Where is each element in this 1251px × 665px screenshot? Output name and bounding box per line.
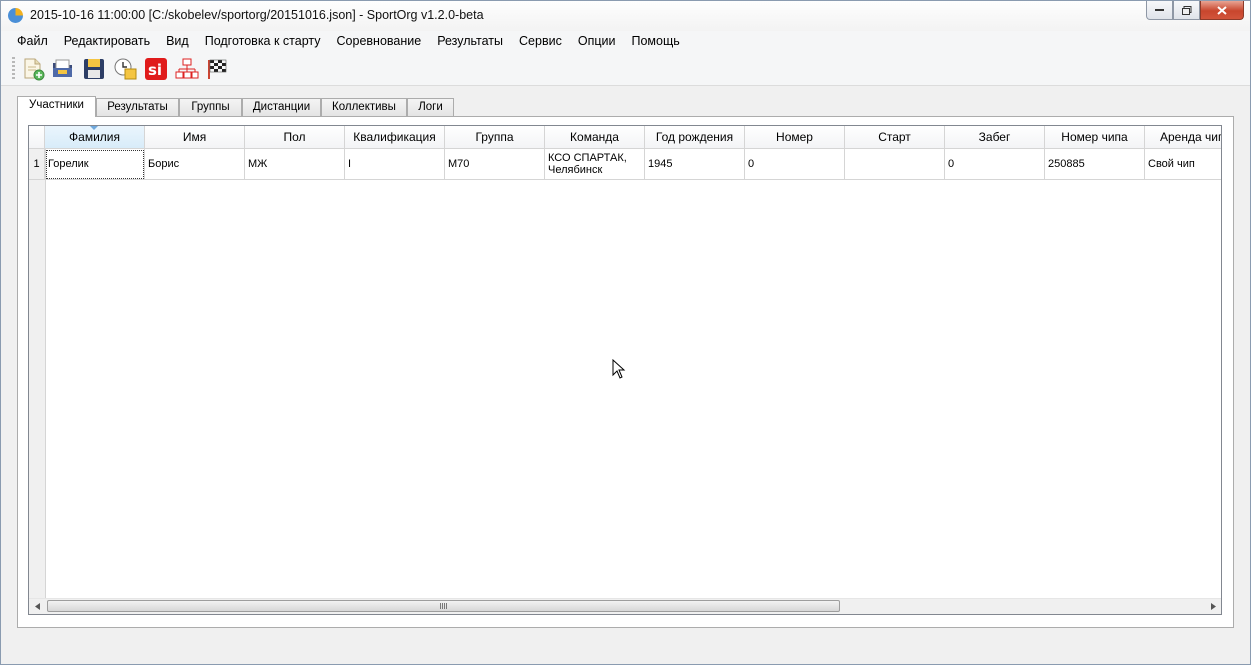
minimize-icon [1155, 8, 1164, 11]
save-button[interactable] [82, 57, 106, 81]
cell-last-name[interactable]: Горелик [45, 149, 145, 180]
table-header: Фамилия Имя Пол Квалификация Группа Кома… [45, 126, 1221, 149]
menu-view[interactable]: Вид [158, 31, 197, 52]
app-window: 2015-10-16 11:00:00 [C:/skobelev/sportor… [0, 0, 1251, 665]
save-icon [84, 59, 104, 79]
menu-results[interactable]: Результаты [429, 31, 511, 52]
column-header-rented-chip[interactable]: Аренда чип [1145, 126, 1221, 149]
start-time-button[interactable] [113, 57, 137, 81]
start-time-icon [114, 58, 137, 80]
menu-help[interactable]: Помощь [623, 31, 687, 52]
finish-flag-icon [208, 59, 227, 79]
window-title: 2015-10-16 11:00:00 [C:/skobelev/sportor… [30, 8, 484, 22]
row-header[interactable]: 1 [29, 149, 45, 180]
tab-groups[interactable]: Группы [179, 98, 242, 116]
column-header-bib[interactable]: Номер [745, 126, 845, 149]
menu-file[interactable]: Файл [9, 31, 56, 52]
column-header-birth-year[interactable]: Год рождения [645, 126, 745, 149]
maximize-button[interactable] [1173, 1, 1200, 20]
arrow-right-icon [1210, 603, 1216, 610]
finish-button[interactable] [206, 57, 230, 81]
cell-card-number[interactable]: 250885 [1045, 149, 1145, 180]
column-header-last-name[interactable]: Фамилия [45, 126, 145, 149]
column-header-team[interactable]: Команда [545, 126, 645, 149]
status-bar [1, 642, 1250, 664]
cell-gender[interactable]: МЖ [245, 149, 345, 180]
scroll-left-button[interactable] [29, 599, 45, 614]
tab-teams[interactable]: Коллективы [321, 98, 407, 116]
menu-options[interactable]: Опции [570, 31, 624, 52]
column-header-card-number[interactable]: Номер чипа [1045, 126, 1145, 149]
scrollbar-thumb[interactable] [47, 600, 840, 612]
si-reader-button[interactable]: si [144, 57, 168, 81]
menu-bar: Файл Редактировать Вид Подготовка к стар… [1, 31, 1250, 52]
column-header-gender[interactable]: Пол [245, 126, 345, 149]
relay-button[interactable] [175, 57, 199, 81]
svg-text:si: si [148, 61, 162, 79]
close-button[interactable] [1200, 1, 1244, 20]
arrow-left-icon [34, 603, 40, 610]
cell-rented-chip[interactable]: Свой чип [1145, 149, 1221, 180]
column-header-group[interactable]: Группа [445, 126, 545, 149]
open-button[interactable] [51, 57, 75, 81]
cell-start[interactable] [845, 149, 945, 180]
cell-qualification[interactable]: I [345, 149, 445, 180]
column-header-start-group[interactable]: Забег [945, 126, 1045, 149]
toolbar: si [1, 52, 1250, 86]
menu-service[interactable]: Сервис [511, 31, 570, 52]
column-header-first-name[interactable]: Имя [145, 126, 245, 149]
cell-first-name[interactable]: Борис [145, 149, 245, 180]
cell-bib[interactable]: 0 [745, 149, 845, 180]
new-file-icon [24, 58, 45, 81]
scroll-grip-icon [439, 603, 448, 609]
title-bar: 2015-10-16 11:00:00 [C:/skobelev/sportor… [1, 1, 1250, 32]
column-header-start[interactable]: Старт [845, 126, 945, 149]
si-reader-icon: si [145, 58, 167, 80]
cell-start-group[interactable]: 0 [945, 149, 1045, 180]
relay-tree-icon [175, 58, 199, 79]
mouse-cursor-icon [612, 358, 626, 382]
open-folder-icon [53, 59, 72, 77]
menu-preparation[interactable]: Подготовка к старту [197, 31, 329, 52]
restore-icon [1181, 5, 1191, 15]
toolbar-grip[interactable] [12, 57, 15, 81]
tab-logs[interactable]: Логи [407, 98, 454, 116]
menu-edit[interactable]: Редактировать [56, 31, 158, 52]
table-corner-button[interactable] [29, 126, 45, 149]
cell-group[interactable]: М70 [445, 149, 545, 180]
tab-courses[interactable]: Дистанции [242, 98, 321, 116]
scroll-right-button[interactable] [1205, 599, 1221, 614]
menu-competition[interactable]: Соревнование [329, 31, 430, 52]
cell-team[interactable]: КСО СПАРТАК, Челябинск [545, 149, 645, 180]
minimize-button[interactable] [1146, 1, 1173, 20]
app-logo-icon [8, 8, 23, 23]
horizontal-scrollbar[interactable] [29, 598, 1221, 614]
close-icon [1217, 5, 1227, 15]
row-header-column [29, 126, 46, 600]
column-header-qualification[interactable]: Квалификация [345, 126, 445, 149]
cell-birth-year[interactable]: 1945 [645, 149, 745, 180]
tab-participants[interactable]: Участники [17, 96, 96, 117]
window-controls [1146, 1, 1244, 22]
new-file-button[interactable] [21, 57, 45, 81]
tab-results[interactable]: Результаты [96, 98, 179, 116]
table-row[interactable]: Горелик Борис МЖ I М70 КСО СПАРТАК, Челя… [45, 149, 1221, 180]
sort-indicator-icon [90, 126, 98, 130]
